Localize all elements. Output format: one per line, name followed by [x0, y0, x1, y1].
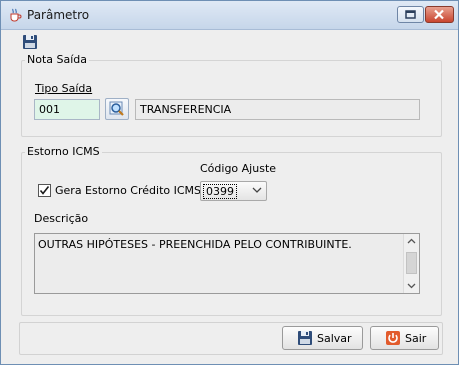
window-title: Parâmetro: [27, 8, 90, 22]
magnifier-icon: [109, 101, 124, 116]
scroll-up-icon[interactable]: [407, 237, 416, 246]
save-button-label: Salvar: [317, 332, 352, 345]
parametro-window: Parâmetro Nota Saída Tipo Saída 001 TRAN…: [0, 0, 459, 365]
codigo-ajuste-select[interactable]: 0399: [200, 181, 267, 201]
tipo-saida-description-field: TRANSFERENCIA: [135, 99, 420, 120]
scroll-down-icon[interactable]: [407, 281, 416, 290]
checkmark-icon: [39, 186, 50, 195]
gera-estorno-label: Gera Estorno Crédito ICMS: [55, 184, 202, 197]
descricao-label: Descrição: [34, 212, 89, 225]
descricao-text: OUTRAS HIPÓTESES - PREENCHIDA PELO CONTR…: [38, 238, 352, 251]
codigo-ajuste-label: Código Ajuste: [200, 162, 277, 175]
save-button[interactable]: Salvar: [282, 326, 363, 350]
power-icon: [386, 331, 400, 345]
nota-saida-legend: Nota Saída: [25, 53, 90, 66]
restore-icon: [405, 10, 416, 19]
close-button[interactable]: [425, 6, 454, 23]
java-cup-icon: [10, 8, 22, 22]
estorno-icms-legend: Estorno ICMS: [25, 145, 102, 158]
lookup-button[interactable]: [105, 98, 129, 120]
descricao-textarea[interactable]: OUTRAS HIPÓTESES - PREENCHIDA PELO CONTR…: [34, 233, 420, 294]
exit-button-label: Sair: [405, 332, 427, 345]
scrollbar-thumb[interactable]: [406, 252, 417, 274]
floppy-disk-icon[interactable]: [22, 34, 38, 50]
restore-button[interactable]: [397, 6, 424, 23]
gera-estorno-checkbox[interactable]: [38, 184, 51, 197]
tipo-saida-code-input[interactable]: 001: [34, 99, 100, 120]
exit-button[interactable]: Sair: [370, 326, 439, 350]
chevron-down-icon: [252, 187, 262, 193]
floppy-disk-icon: [298, 331, 312, 345]
title-bar: Parâmetro: [1, 1, 458, 30]
close-icon: [434, 9, 444, 20]
codigo-ajuste-value: 0399: [203, 184, 237, 199]
descricao-scrollbar[interactable]: [403, 234, 419, 293]
tipo-saida-label: Tipo Saída: [35, 82, 93, 95]
